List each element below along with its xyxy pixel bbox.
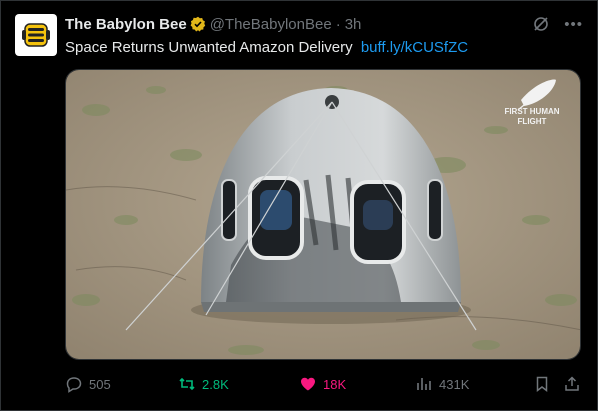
- share-button[interactable]: [563, 373, 581, 395]
- watermark-line-2: FLIGHT: [518, 117, 547, 126]
- separator-dot: ·: [335, 15, 341, 33]
- heart-icon: [301, 377, 315, 391]
- tweet-actions: 505 2.8K 18K 431K: [65, 373, 583, 395]
- watermark-line-1: FIRST HUMAN: [504, 107, 559, 116]
- views-icon: [417, 378, 431, 390]
- more-icon[interactable]: •••: [564, 16, 583, 33]
- reply-button[interactable]: 505: [65, 373, 111, 395]
- timestamp[interactable]: 3h: [345, 16, 362, 33]
- bookmark-icon: [536, 376, 548, 393]
- views-button[interactable]: 431K: [415, 373, 469, 395]
- babylon-bee-logo-icon: [22, 23, 50, 47]
- repost-count: 2.8K: [202, 376, 229, 392]
- view-count: 431K: [439, 376, 470, 392]
- author-name[interactable]: The Babylon Bee: [65, 16, 187, 33]
- grok-icon[interactable]: [532, 15, 550, 33]
- bookmark-button[interactable]: [533, 373, 551, 395]
- like-count: 18K: [323, 376, 347, 392]
- reply-icon: [66, 377, 82, 393]
- share-icon: [565, 376, 579, 391]
- author-handle[interactable]: @TheBabylonBee: [210, 16, 332, 33]
- tweet-header: The Babylon Bee @TheBabylonBee · 3h •••: [65, 13, 583, 35]
- like-button[interactable]: 18K: [299, 373, 346, 395]
- tweet-link[interactable]: buff.ly/kCUSfZC: [361, 39, 468, 56]
- repost-button[interactable]: 2.8K: [178, 373, 229, 395]
- tweet-card[interactable]: The Babylon Bee @TheBabylonBee · 3h ••• …: [0, 0, 598, 411]
- avatar[interactable]: [15, 14, 57, 56]
- tweet-body: Space Returns Unwanted Amazon Delivery: [65, 39, 353, 56]
- verified-badge-icon: [190, 16, 206, 32]
- tweet-text: Space Returns Unwanted Amazon Delivery b…: [65, 39, 468, 56]
- repost-icon: [179, 377, 195, 391]
- reply-count: 505: [89, 376, 111, 392]
- tweet-media-image[interactable]: FIRST HUMAN FLIGHT: [65, 69, 581, 360]
